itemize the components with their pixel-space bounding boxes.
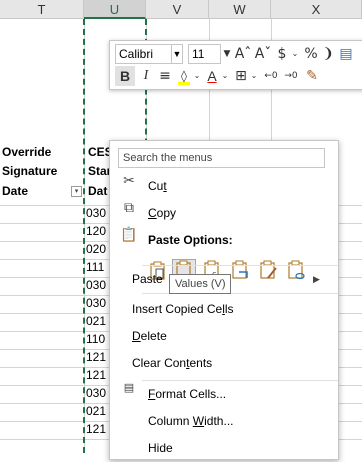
col-header-X[interactable]: X: [271, 0, 362, 19]
format-cells-label: Format Cells...: [148, 387, 227, 401]
copy-label: Copy: [148, 206, 177, 220]
header-override: Override: [2, 145, 52, 159]
cut-label: Cut: [148, 179, 167, 193]
borders-icon[interactable]: ⊞: [233, 66, 249, 86]
column-width-label: Column Width...: [148, 414, 234, 428]
fill-dropdown-icon[interactable]: ⌄: [192, 66, 202, 86]
font-name-dropdown[interactable]: ▼: [172, 44, 183, 64]
fill-color-icon[interactable]: ◊: [176, 66, 192, 86]
menu-item-cut[interactable]: ✂ Cut: [110, 173, 338, 200]
format-cells-icon: ▤: [123, 381, 135, 394]
hide-label: Hide: [148, 441, 173, 455]
font-color-icon[interactable]: A: [204, 66, 220, 86]
menu-item-column-width[interactable]: Column Width...: [110, 408, 338, 435]
col-header-V[interactable]: V: [146, 0, 209, 19]
italic-button[interactable]: I: [137, 66, 155, 86]
menu-item-paste-options: 📋 Paste Options:: [110, 227, 338, 254]
copy-icon: ⧉: [124, 200, 134, 216]
clipboard-icon: 📋: [120, 227, 138, 243]
comma-style-icon[interactable]: ❩: [322, 44, 334, 64]
paste-special-label: Paste: [132, 272, 163, 286]
mini-toolbar: Calibri ▼ 11 ▼ Aˆ Aˇ $ ⌄ % ❩ ▤ B I ≡ ◊ ⌄…: [109, 40, 362, 90]
context-menu: Search the menus ✂ Cut ⧉ Copy 📋 Paste Op…: [109, 140, 339, 460]
clear-contents-label: Clear Contents: [132, 356, 213, 370]
header-date: Date: [2, 184, 29, 198]
font-name-box[interactable]: Calibri: [115, 44, 172, 64]
scissors-icon: ✂: [123, 173, 135, 189]
paste-values-tooltip: Values (V): [169, 274, 231, 294]
currency-icon[interactable]: $: [274, 44, 290, 64]
format-painter-icon[interactable]: ✎: [304, 66, 320, 86]
font-size-dropdown-icon[interactable]: ▼: [221, 44, 233, 64]
percent-icon[interactable]: %: [302, 44, 320, 64]
menu-item-insert-copied-cells[interactable]: Insert Copied Cells: [110, 296, 338, 323]
paste-options-label: Paste Options:: [148, 233, 233, 247]
menu-item-clear-contents[interactable]: Clear Contents: [110, 350, 338, 377]
shrink-font-icon[interactable]: Aˇ: [253, 44, 273, 64]
col-header-U[interactable]: U: [84, 0, 146, 19]
font-size-box[interactable]: 11: [188, 44, 221, 64]
filter-dropdown-icon[interactable]: ▾: [71, 186, 82, 197]
col-header-T[interactable]: T: [0, 0, 84, 19]
insert-copied-label: Insert Copied Cells: [132, 302, 234, 316]
merge-icon[interactable]: ▤: [338, 44, 354, 64]
grow-font-icon[interactable]: Aˆ: [233, 44, 253, 64]
menu-item-delete[interactable]: Delete: [110, 323, 338, 350]
increase-decimal-icon[interactable]: →0: [282, 66, 300, 86]
menu-item-copy[interactable]: ⧉ Copy: [110, 200, 338, 227]
header-signature: Signature: [2, 164, 58, 178]
col-header-W[interactable]: W: [209, 0, 271, 19]
currency-dropdown-icon[interactable]: ⌄: [290, 44, 300, 64]
borders-dropdown-icon[interactable]: ⌄: [249, 66, 259, 86]
delete-label: Delete: [132, 329, 167, 343]
bold-button[interactable]: B: [115, 66, 135, 86]
menu-item-hide[interactable]: Hide: [110, 435, 338, 462]
menu-search-input[interactable]: Search the menus: [118, 148, 325, 168]
center-align-icon[interactable]: ≡: [156, 66, 174, 86]
decrease-decimal-icon[interactable]: ←0: [262, 66, 280, 86]
submenu-arrow-icon: ▶: [313, 274, 320, 284]
menu-item-format-cells[interactable]: ▤ Format Cells...: [110, 381, 338, 408]
font-color-dropdown-icon[interactable]: ⌄: [220, 66, 230, 86]
